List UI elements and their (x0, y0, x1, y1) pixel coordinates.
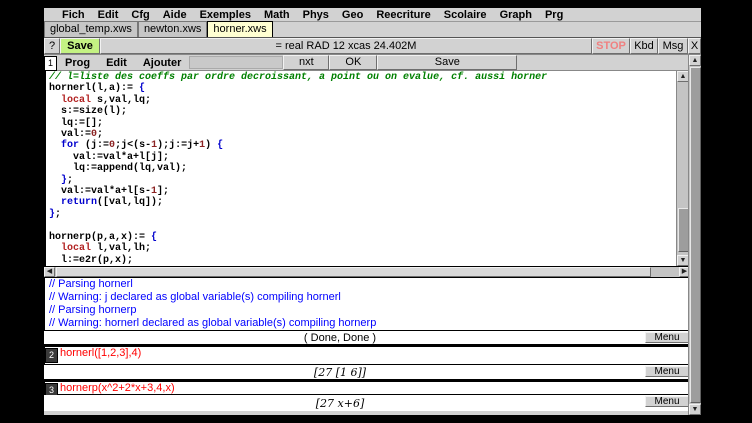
code-line: val:=0; (49, 129, 675, 140)
msg-button[interactable]: Msg (658, 38, 688, 54)
program-code[interactable]: // l=liste des coeffs par ordre decroiss… (49, 72, 675, 266)
input-command-3[interactable]: hornerp(x^2+2*x+3,4,x) (60, 382, 175, 394)
program-editor[interactable]: // l=liste des coeffs par ordre decroiss… (44, 71, 690, 266)
session-scroll-up-icon[interactable]: ▲ (689, 55, 701, 66)
code-line: s:=size(l); (49, 106, 675, 117)
input-row-3[interactable]: 3 hornerp(x^2+2*x+3,4,x) (44, 380, 690, 395)
output-menu-button-3[interactable]: Menu (645, 396, 689, 407)
next-label: nxt (299, 56, 314, 69)
session-toolbar: ? Save = real RAD 12 xcas 24.402M STOP K… (44, 38, 701, 55)
editor-horizontal-scrollbar[interactable]: ◀ ▶ (44, 266, 690, 277)
parser-message: // Warning: j declared as global variabl… (49, 291, 689, 304)
menu-prg[interactable]: Prg (545, 8, 563, 22)
input-row-2[interactable]: 2 hornerl([1,2,3],4) (44, 345, 690, 365)
editor-menu-prog[interactable]: Prog (57, 55, 98, 70)
input-command-2[interactable]: hornerl([1,2,3],4) (60, 347, 141, 364)
code-line: }; (49, 209, 675, 220)
code-line: lq:=append(lq,val); (49, 163, 675, 174)
code-line: val:=val*a+l[s-1]; (49, 186, 675, 197)
next-button[interactable]: nxt (283, 55, 329, 70)
code-line: lq:=[]; (49, 118, 675, 129)
output-menu-button-1[interactable]: Menu (645, 332, 689, 343)
kbd-button[interactable]: Kbd (630, 38, 658, 54)
menu-math[interactable]: Math (264, 8, 290, 22)
code-line: // l=liste des coeffs par ordre decroiss… (49, 72, 675, 83)
tab-global_temp.xws[interactable]: global_temp.xws (44, 21, 138, 37)
code-line: local l,val,lh; (49, 243, 675, 254)
session-vertical-scrollbar[interactable]: ▲ ▼ (688, 55, 701, 415)
output-value-1: ( Done, Done ) (44, 332, 636, 344)
ok-button[interactable]: OK (329, 55, 377, 70)
menu-graph[interactable]: Graph (500, 8, 532, 22)
editor-hscroll-thumb[interactable] (56, 267, 651, 277)
output-menu-button-2[interactable]: Menu (645, 366, 689, 377)
menu-fich[interactable]: Fich (62, 8, 85, 22)
parser-message: // Warning: hornerl declared as global v… (49, 317, 689, 330)
stop-button[interactable]: STOP (592, 38, 630, 54)
code-line: hornerl(l,a):= { (49, 83, 675, 94)
editor-menu-edit[interactable]: Edit (98, 55, 135, 70)
parser-messages: // Parsing hornerl// Warning: j declared… (44, 277, 690, 331)
save-program-label: Save (435, 56, 460, 69)
help-button[interactable]: ? (44, 38, 60, 54)
menu-cfg[interactable]: Cfg (131, 8, 149, 22)
output-row-3: [27 x+6] Menu (44, 395, 690, 411)
menu-edit[interactable]: Edit (98, 8, 119, 22)
code-line: }; (49, 175, 675, 186)
editor-toolbar: 1 ProgEditAjouter nxt OK Save (44, 55, 690, 71)
code-line: val:=val*a+l[j]; (49, 152, 675, 163)
stop-label: STOP (596, 40, 626, 53)
tab-horner.xws[interactable]: horner.xws (207, 21, 272, 37)
ok-label: OK (345, 56, 361, 69)
output-value-3: [27 x+6] (44, 397, 636, 410)
scroll-left-icon[interactable]: ◀ (44, 267, 55, 277)
menu-scolaire[interactable]: Scolaire (444, 8, 487, 22)
session-tab-bar: global_temp.xwsnewton.xwshorner.xws (44, 22, 701, 38)
menu-reecriture[interactable]: Reecriture (376, 8, 430, 22)
xcas-window: Fich Edit Cfg Aide Exemples Math Phys Geo Reecri… (44, 8, 701, 415)
code-line: for (j:=0;j<(s-1);j:=j+1) { (49, 140, 675, 151)
output-row-2: [27 [1 6]] Menu (44, 365, 690, 380)
output-row-1: ( Done, Done ) Menu (44, 331, 690, 345)
session-scroll-thumb[interactable] (690, 67, 701, 403)
output-value-2: [27 [1 6]] (44, 366, 636, 379)
menu-phys[interactable]: Phys (303, 8, 329, 22)
menu-aide[interactable]: Aide (163, 8, 187, 22)
editor-menus: ProgEditAjouter (57, 55, 189, 70)
parser-message: // Parsing hornerp (49, 304, 689, 317)
close-session-button[interactable]: X (688, 38, 701, 54)
parser-message: // Parsing hornerl (49, 278, 689, 291)
screen: Fich Edit Cfg Aide Exemples Math Phys Geo Reecri… (0, 0, 752, 423)
code-line: return([val,lq]); (49, 197, 675, 208)
code-line: local s,val,lq; (49, 95, 675, 106)
code-line: l:=e2r(p,x); (49, 255, 675, 266)
save-session-button[interactable]: Save (60, 38, 100, 54)
code-line (49, 220, 675, 231)
menu-geo[interactable]: Geo (342, 8, 363, 22)
entry-level-2[interactable]: 2 (45, 348, 58, 363)
tab-newton.xws[interactable]: newton.xws (138, 21, 207, 37)
status-button[interactable]: = real RAD 12 xcas 24.402M (100, 38, 592, 54)
editor-search-field[interactable] (189, 56, 283, 69)
code-line: hornerp(p,a,x):= { (49, 232, 675, 243)
entry-level-1[interactable]: 1 (44, 56, 57, 71)
session-scroll-down-icon[interactable]: ▼ (689, 404, 701, 415)
editor-menu-ajouter[interactable]: Ajouter (135, 55, 190, 70)
menu-bar: Fich Edit Cfg Aide Exemples Math Phys Geo Reecri… (44, 8, 701, 22)
menu-exemples[interactable]: Exemples (200, 8, 251, 22)
save-program-button[interactable]: Save (377, 55, 517, 70)
